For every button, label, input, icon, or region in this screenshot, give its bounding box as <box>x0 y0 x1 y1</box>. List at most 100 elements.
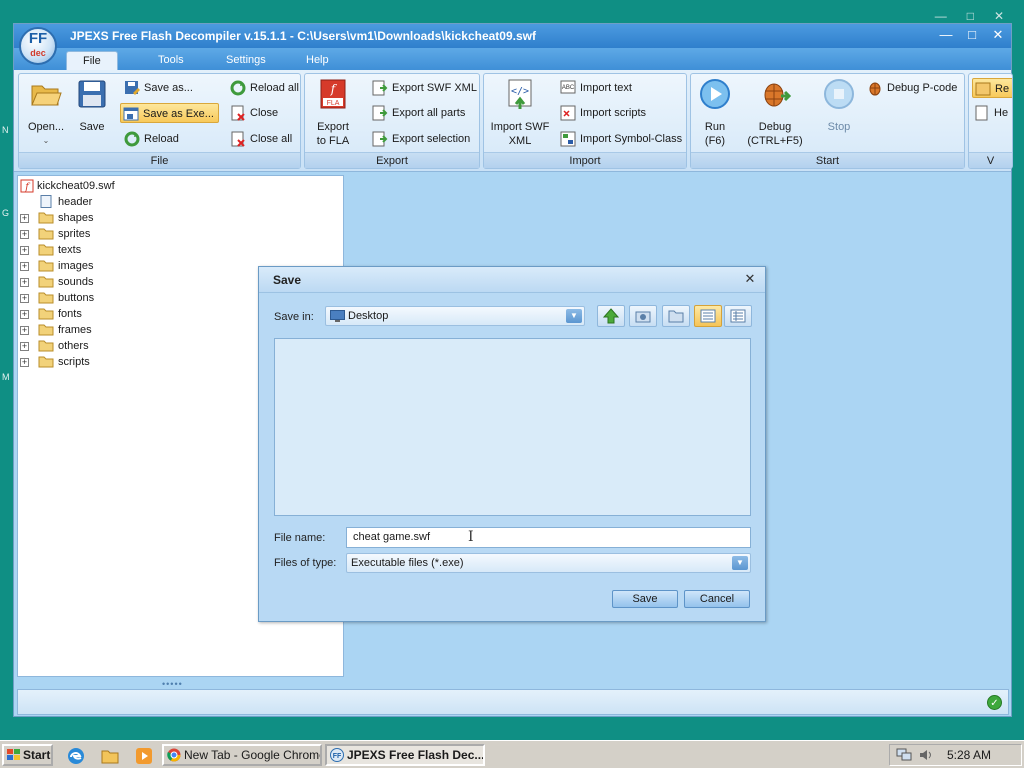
swf-file-icon: f <box>20 179 34 193</box>
expand-icon[interactable]: + <box>20 294 29 303</box>
file-name-field[interactable]: cheat game.swf <box>346 527 751 548</box>
save-button[interactable]: Save <box>75 78 109 134</box>
close-button[interactable]: Close <box>228 103 278 123</box>
export-all-parts-button[interactable]: Export all parts <box>370 103 465 123</box>
import-symbol-class-button[interactable]: Import Symbol-Class <box>558 129 682 149</box>
import-text-button[interactable]: ABC Import text <box>558 78 632 98</box>
desktop-edge-text: G <box>2 208 10 218</box>
tree-item-label: sprites <box>58 228 91 240</box>
up-one-level-button[interactable] <box>597 305 625 327</box>
edge-browser-icon[interactable] <box>67 747 85 765</box>
close-icon[interactable]: ✕ <box>743 272 757 286</box>
expand-icon[interactable]: + <box>20 326 29 335</box>
splitter-handle[interactable]: ••••• <box>162 679 183 689</box>
list-view-button[interactable] <box>694 305 722 327</box>
folder-icon <box>38 212 54 224</box>
dialog-title-bar[interactable]: Save ✕ <box>259 267 765 293</box>
save-label: Save <box>79 121 105 133</box>
expand-icon[interactable]: + <box>20 230 29 239</box>
logo-subtext: dec <box>30 48 46 58</box>
import-text-icon: ABC <box>560 80 576 94</box>
import-swf-xml-label-line1: Import SWF <box>490 121 550 133</box>
files-of-type-value: Executable files (*.exe) <box>351 557 464 569</box>
expand-icon[interactable]: + <box>20 278 29 287</box>
save-as-button[interactable]: Save as... <box>122 78 193 98</box>
export-selection-icon <box>372 131 388 147</box>
import-text-label: Import text <box>580 82 632 94</box>
network-icon[interactable] <box>896 748 912 762</box>
background-window-controls: — □ ✕ <box>935 9 1004 23</box>
minimize-icon[interactable]: — <box>935 9 947 23</box>
debug-button[interactable]: Debug (CTRL+F5) <box>743 78 807 148</box>
file-list[interactable] <box>274 338 751 516</box>
import-swf-xml-label-line2: XML <box>508 135 532 147</box>
expand-icon[interactable]: + <box>20 262 29 271</box>
media-player-icon[interactable] <box>135 747 153 765</box>
export-swf-xml-button[interactable]: Export SWF XML <box>370 78 477 98</box>
logo-text: FF <box>28 30 48 47</box>
reload-button[interactable]: Reload <box>122 129 179 149</box>
taskbar-item-jpexs[interactable]: FF JPEXS Free Flash Dec... <box>325 744 485 766</box>
folder-icon <box>38 308 54 320</box>
close-icon[interactable]: ✕ <box>994 9 1004 23</box>
reload-all-button[interactable]: Reload all <box>228 78 299 98</box>
view-item-button[interactable]: He <box>972 103 1008 123</box>
ribbon-group-import: </> Import SWF XML ABC Import text Impor… <box>483 73 687 169</box>
save-as-exe-button[interactable]: Save as Exe... <box>120 103 219 123</box>
new-folder-button[interactable] <box>662 305 690 327</box>
view-item-button[interactable]: Re <box>972 78 1012 98</box>
folder-icon <box>38 356 54 368</box>
expand-icon[interactable]: + <box>20 358 29 367</box>
expand-icon[interactable]: + <box>20 342 29 351</box>
ribbon: Open... ⌄ Save Save as... Save as Exe...… <box>14 70 1013 172</box>
volume-icon[interactable] <box>918 748 934 762</box>
expand-icon[interactable]: + <box>20 214 29 223</box>
ffdec-icon: FF <box>330 748 344 762</box>
start-button[interactable]: Start <box>2 744 53 766</box>
open-button[interactable]: Open... ⌄ <box>24 78 68 148</box>
tree-item-label: sounds <box>58 276 94 288</box>
expand-icon[interactable]: + <box>20 246 29 255</box>
bug-icon <box>764 83 792 107</box>
tab-settings[interactable]: Settings <box>210 51 282 70</box>
folder-icon <box>38 324 54 336</box>
cancel-button[interactable]: Cancel <box>684 590 750 608</box>
status-bar: ✓ <box>17 689 1009 715</box>
save-dialog: Save ✕ Save in: Desktop ▼ File name: che… <box>258 266 766 622</box>
files-of-type-dropdown[interactable]: Executable files (*.exe) ▼ <box>346 553 751 573</box>
import-scripts-button[interactable]: Import scripts <box>558 103 646 123</box>
file-name-label: File name: <box>274 532 326 544</box>
file-explorer-icon[interactable] <box>101 747 119 765</box>
debug-label-line1: Debug <box>758 121 792 133</box>
home-button[interactable] <box>629 305 657 327</box>
import-scripts-icon <box>560 105 576 121</box>
close-file-icon <box>231 105 245 121</box>
run-button[interactable]: Run (F6) <box>695 78 735 148</box>
tab-tools[interactable]: Tools <box>142 51 200 70</box>
close-all-button[interactable]: Close all <box>228 129 292 149</box>
tab-file[interactable]: File <box>66 51 118 70</box>
maximize-icon[interactable]: □ <box>967 9 974 23</box>
title-bar[interactable]: JPEXS Free Flash Decompiler v.15.1.1 - C… <box>14 24 1011 48</box>
export-fla-button[interactable]: f FLA Export to FLA <box>311 78 355 148</box>
expand-icon[interactable]: + <box>20 310 29 319</box>
taskbar-item-chrome[interactable]: New Tab - Google Chrome <box>162 744 322 766</box>
save-in-dropdown[interactable]: Desktop ▼ <box>325 306 585 326</box>
details-view-button[interactable] <box>724 305 752 327</box>
debug-pcode-button[interactable]: Debug P-code <box>865 78 957 98</box>
minimize-icon[interactable]: — <box>939 27 953 43</box>
save-button[interactable]: Save <box>612 590 678 608</box>
app-logo[interactable]: FF dec <box>19 27 57 65</box>
floppy-disk-icon <box>78 80 106 108</box>
debug-pcode-label: Debug P-code <box>887 82 958 94</box>
maximize-icon[interactable]: □ <box>965 27 979 43</box>
svg-text:FF: FF <box>333 753 342 760</box>
export-selection-button[interactable]: Export selection <box>370 129 470 149</box>
import-swf-xml-button[interactable]: </> Import SWF XML <box>488 78 552 148</box>
close-icon[interactable]: ✕ <box>991 27 1005 43</box>
files-of-type-label: Files of type: <box>274 557 337 569</box>
run-label-line2: (F6) <box>704 135 726 147</box>
chevron-down-icon: ⌄ <box>42 136 50 145</box>
tab-help[interactable]: Help <box>290 51 345 70</box>
stop-button[interactable]: Stop <box>819 78 859 134</box>
